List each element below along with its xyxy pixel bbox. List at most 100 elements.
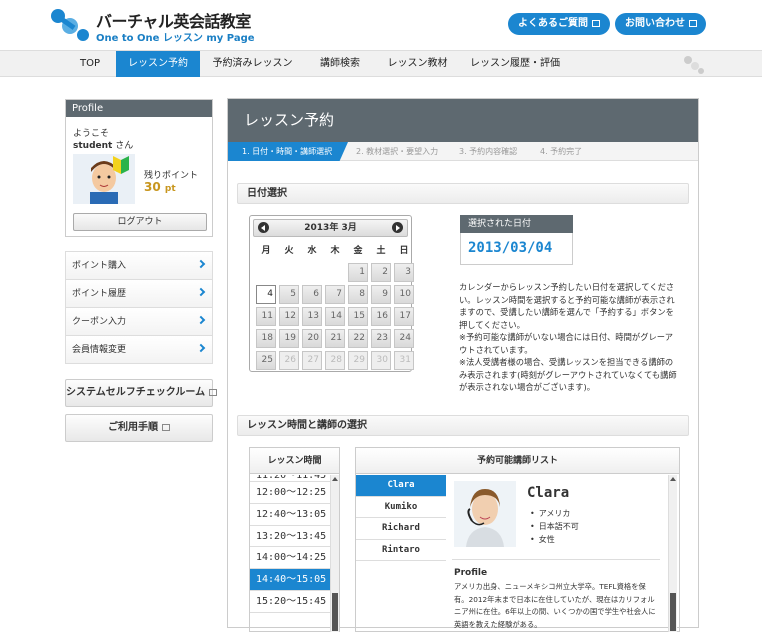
prev-month-icon[interactable]: [258, 222, 269, 233]
scroll-up-icon[interactable]: [670, 477, 676, 481]
calendar-day[interactable]: 4: [256, 285, 276, 304]
teacher-profile-heading: Profile: [454, 568, 488, 578]
teacher-option[interactable]: Rintaro: [356, 540, 446, 561]
calendar-day[interactable]: 17: [394, 307, 414, 326]
contact-button[interactable]: お問い合わせ: [615, 13, 706, 35]
calendar-day[interactable]: 30: [371, 351, 391, 370]
time-option[interactable]: 15:20～15:45: [250, 591, 330, 613]
logo-mark-icon: [51, 9, 89, 41]
chevron-right-icon: [196, 259, 206, 269]
sidebar-item-account[interactable]: 会員情報変更: [66, 336, 212, 364]
nav-item-booked-lessons[interactable]: 予約済みレッスン: [200, 51, 305, 77]
sidebar-item-buy-points[interactable]: ポイント購入: [66, 252, 212, 280]
time-option[interactable]: 13:20～13:45: [250, 526, 330, 548]
time-list-header: レッスン時間: [250, 448, 339, 474]
calendar-day[interactable]: 11: [256, 307, 276, 326]
calendar-day[interactable]: 7: [325, 285, 345, 304]
calendar-day[interactable]: 21: [325, 329, 345, 348]
external-window-icon: [592, 20, 600, 27]
sidebar-item-label: ポイント購入: [72, 261, 127, 271]
system-check-button[interactable]: システムセルフチェックルーム: [65, 379, 218, 407]
calendar-day[interactable]: 18: [256, 329, 276, 348]
teacher-attribute: 日本語不可: [530, 520, 579, 533]
step-4: 4. 予約完了: [540, 147, 583, 156]
calendar-day[interactable]: 24: [394, 329, 414, 348]
calendar-day[interactable]: 19: [279, 329, 299, 348]
booking-panel: レッスン予約 1. 日付・時間・講師選択 2. 教材選択・要望入力 3. 予約内…: [227, 98, 699, 632]
teacher-attribute: アメリカ: [530, 507, 579, 520]
nav-item-lesson-booking[interactable]: レッスン予約: [116, 51, 200, 77]
points-number: 30: [144, 180, 161, 194]
selected-date-value: 2013/03/04: [460, 233, 573, 265]
sidebar-item-coupon[interactable]: クーポン入力: [66, 308, 212, 336]
scroll-up-icon[interactable]: [332, 477, 338, 481]
teacher-name: Clara: [527, 485, 570, 501]
time-option[interactable]: 14:00～14:25: [250, 547, 330, 570]
system-check-label: システムセルフチェックルーム: [66, 387, 206, 398]
sidebar-item-label: クーポン入力: [72, 317, 127, 327]
time-section-header: レッスン時間と講師の選択: [237, 415, 689, 436]
calendar-day[interactable]: 15: [348, 307, 368, 326]
calendar-day[interactable]: 6: [302, 285, 322, 304]
chevron-right-icon: [196, 315, 206, 325]
weekday-label: 火: [284, 246, 294, 256]
next-month-icon[interactable]: [392, 222, 403, 233]
calendar-day[interactable]: 29: [348, 351, 368, 370]
teacher-attributes: アメリカ 日本語不可 女性: [530, 507, 579, 546]
scroll-thumb[interactable]: [670, 593, 676, 631]
time-option[interactable]: 12:00～12:25: [250, 482, 330, 504]
teacher-option[interactable]: Clara: [356, 475, 446, 497]
calendar-day[interactable]: 27: [302, 351, 322, 370]
calendar-day[interactable]: 26: [279, 351, 299, 370]
external-window-icon: [162, 424, 170, 431]
teacher-option[interactable]: Kumiko: [356, 497, 446, 518]
calendar-day[interactable]: 10: [394, 285, 414, 304]
step-3: 3. 予約内容確認: [459, 147, 518, 156]
calendar-day[interactable]: 20: [302, 329, 322, 348]
calendar-day[interactable]: 22: [348, 329, 368, 348]
time-option[interactable]: 14:40～15:05: [250, 569, 330, 591]
teacher-photo: [454, 481, 516, 547]
user-name: student さん: [73, 138, 133, 151]
guide-button[interactable]: ご利用手順: [65, 414, 213, 442]
time-scrollbar[interactable]: [330, 475, 339, 632]
calendar-day[interactable]: 16: [371, 307, 391, 326]
points-value: 30 pt: [144, 180, 176, 194]
sidebar-menu: ポイント購入 ポイント履歴 クーポン入力 会員情報変更: [65, 251, 213, 364]
profile-panel: Profile ようこそ student さん 残りポイント 30 pt ログア…: [65, 99, 213, 237]
teacher-option[interactable]: Richard: [356, 518, 446, 540]
chevron-right-icon: [196, 343, 206, 353]
calendar-day[interactable]: 9: [371, 285, 391, 304]
site-subtitle: One to One レッスン my Page: [96, 33, 255, 44]
calendar-day[interactable]: 1: [348, 263, 368, 282]
sidebar-item-point-history[interactable]: ポイント履歴: [66, 280, 212, 308]
calendar: 2013年 3月 月火水木金土日 1 2 3 4 5 6 7 8 9 10 11 12 13 14 15 16 1…: [249, 215, 414, 372]
calendar-day[interactable]: 14: [325, 307, 345, 326]
nav-item-materials[interactable]: レッスン教材: [375, 51, 460, 77]
calendar-day[interactable]: 31: [394, 351, 414, 370]
calendar-day[interactable]: 2: [371, 263, 391, 282]
points-unit: pt: [164, 184, 176, 194]
calendar-day[interactable]: 28: [325, 351, 345, 370]
teacher-scrollbar[interactable]: [668, 475, 677, 632]
main-nav: TOP レッスン予約 予約済みレッスン 講師検索 レッスン教材 レッスン履歴・評…: [0, 50, 762, 77]
logout-button[interactable]: ログアウト: [73, 213, 207, 231]
calendar-day[interactable]: 23: [371, 329, 391, 348]
calendar-day[interactable]: 5: [279, 285, 299, 304]
time-option[interactable]: 11:20～11:45: [250, 475, 330, 482]
calendar-day[interactable]: 12: [279, 307, 299, 326]
nav-item-teacher-search[interactable]: 講師検索: [305, 51, 375, 77]
calendar-day[interactable]: 25: [256, 351, 276, 370]
teacher-names: Clara Kumiko Richard Rintaro: [356, 475, 446, 561]
scroll-thumb[interactable]: [332, 593, 338, 631]
teacher-attribute: 女性: [530, 533, 579, 546]
time-option[interactable]: 12:40～13:05: [250, 504, 330, 526]
calendar-day[interactable]: 3: [394, 263, 414, 282]
faq-button[interactable]: よくあるご質問: [508, 13, 610, 35]
calendar-day[interactable]: 13: [302, 307, 322, 326]
nav-item-history[interactable]: レッスン履歴・評価: [460, 51, 570, 77]
time-options: 11:20～11:45 12:00～12:25 12:40～13:05 13:20～1…: [250, 475, 330, 613]
weekday-label: 金: [353, 246, 363, 256]
calendar-day[interactable]: 8: [348, 285, 368, 304]
nav-item-top[interactable]: TOP: [64, 51, 116, 77]
